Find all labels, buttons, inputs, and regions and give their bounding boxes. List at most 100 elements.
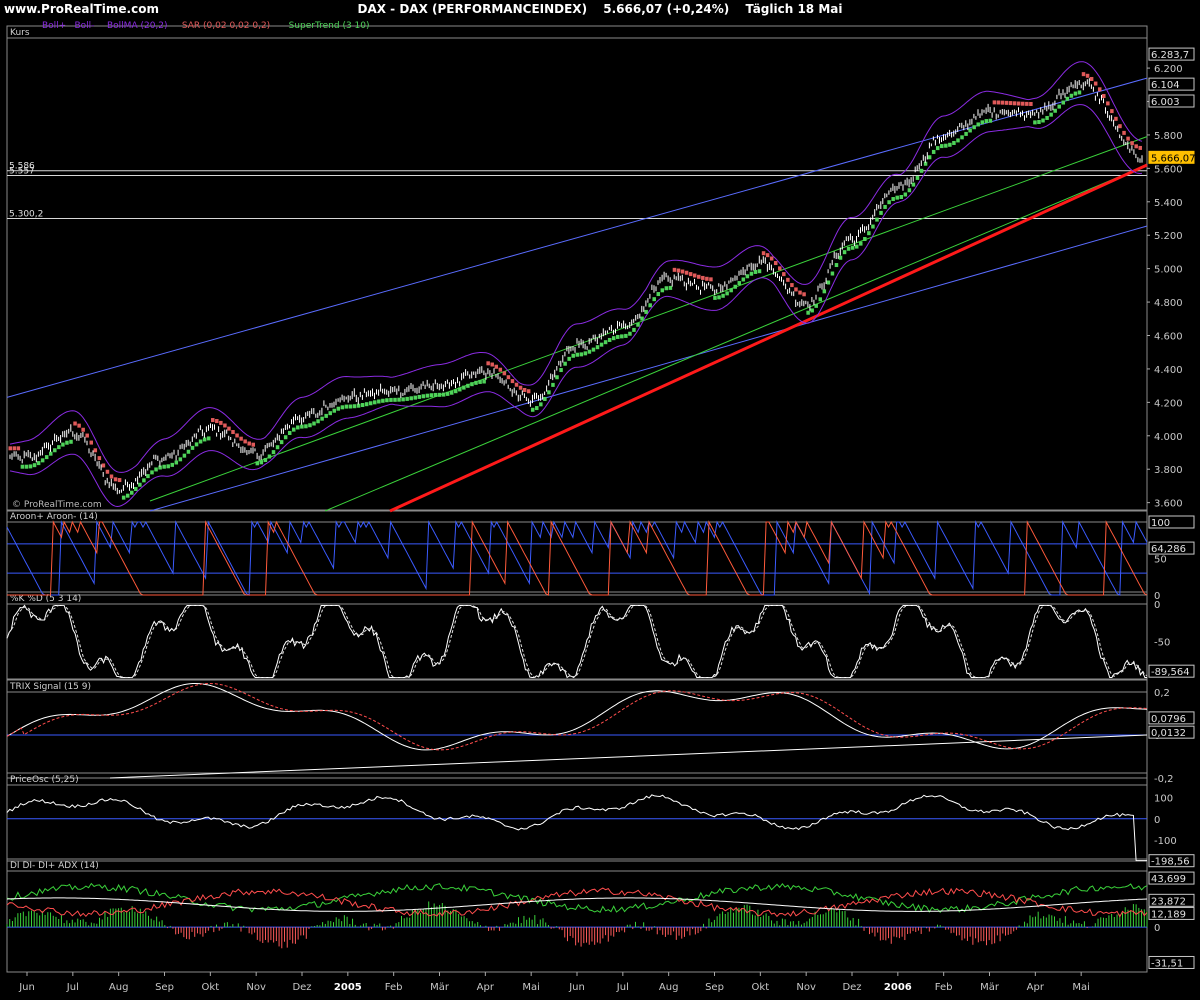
- supertrend-dot: [518, 385, 523, 390]
- priceosc-tag-label: -198,56: [1151, 857, 1190, 868]
- supertrend-dot: [648, 303, 652, 308]
- supertrend-dot: [109, 474, 114, 479]
- supertrend-dot: [778, 266, 782, 271]
- supertrend-dot: [980, 120, 985, 125]
- supertrend-dot: [591, 347, 596, 352]
- supertrend-dot: [206, 436, 211, 441]
- panel-price-title: Kurs: [10, 28, 30, 38]
- supertrend-dot: [628, 331, 632, 336]
- price-tag: 6.283,7: [1148, 47, 1195, 61]
- supertrend-dot: [308, 423, 312, 428]
- supertrend-dot: [510, 379, 515, 384]
- price-legend-item: SAR (0,02 0,02 0,2): [182, 21, 270, 31]
- supertrend-dot: [559, 368, 563, 373]
- period-label: Täglich 18 Mai: [745, 2, 843, 16]
- supertrend-dot: [972, 125, 976, 130]
- stoch-k-line: [6, 604, 1147, 679]
- supertrend-dot: [320, 416, 324, 421]
- trix-tag: 0,0796: [1148, 711, 1195, 725]
- supertrend-dot: [1110, 109, 1114, 114]
- supertrend-dot: [915, 175, 920, 180]
- supertrend-dot: [1004, 100, 1009, 105]
- supertrend-dot: [636, 322, 640, 327]
- price-y-tick-label: 4.000: [1154, 432, 1183, 443]
- supertrend-dot: [134, 486, 138, 491]
- supertrend-dot: [891, 197, 895, 202]
- x-axis-label: Dez: [292, 982, 311, 993]
- green-channel-lower: [324, 164, 1148, 512]
- x-axis-label: Jun: [18, 982, 35, 993]
- x-axis-label: Okt: [202, 982, 220, 993]
- supertrend-dot: [215, 419, 219, 424]
- supertrend-dot: [786, 277, 790, 282]
- supertrend-dot: [834, 263, 839, 268]
- supertrend-dot: [425, 393, 430, 398]
- panel-dmi-title: DI DI- DI+ ADX (14): [10, 861, 99, 871]
- stoch-tag: -89,564: [1148, 664, 1195, 678]
- supertrend-dot: [227, 426, 231, 431]
- supertrend-dot: [830, 271, 835, 276]
- supertrend-dot: [125, 493, 130, 498]
- price-annotation-label: 5.557: [9, 167, 35, 177]
- supertrend-dot: [729, 288, 733, 293]
- supertrend-dot: [332, 408, 337, 413]
- chart-area[interactable]: Kurs Aroon+ Aroon- (14) %K %D (5 3 14) TRIX…: [0, 18, 1200, 1000]
- supertrend-dot: [405, 396, 409, 401]
- supertrend-dot: [1073, 91, 1078, 96]
- x-axis-label: 2005: [334, 982, 362, 993]
- supertrend-dot: [182, 453, 187, 458]
- dmi-tag: 12,189: [1148, 906, 1195, 920]
- supertrend-dot: [211, 418, 215, 423]
- supertrend-dot: [810, 308, 814, 313]
- last-price: 5.666,07 (+0,24%): [603, 2, 730, 16]
- supertrend-dot: [859, 241, 863, 246]
- supertrend-dot: [948, 142, 952, 147]
- x-axis-label: Apr: [477, 982, 495, 993]
- x-axis-label: Jul: [66, 982, 79, 993]
- trix-trendline: [109, 734, 1148, 779]
- supertrend-dot: [1081, 72, 1086, 77]
- supertrend-dot: [680, 269, 685, 274]
- trix-y-tick-label: -0,2: [1154, 774, 1174, 785]
- x-axis-label: Sep: [155, 982, 174, 993]
- stoch-y-axis: 0 -50: [1154, 600, 1170, 649]
- x-axis-label: Aug: [659, 982, 679, 993]
- supertrend-dot: [911, 182, 916, 187]
- x-axis-label: Aug: [109, 982, 129, 993]
- supertrend-dot: [57, 445, 61, 450]
- supertrend-dot: [668, 285, 673, 290]
- price-tag: 6.003: [1148, 94, 1195, 108]
- panel-stoch: %K %D (5 3 14): [6, 591, 1148, 680]
- dmi-tag-label: 12,189: [1151, 909, 1186, 920]
- supertrend-dot: [1012, 101, 1017, 106]
- supertrend-dot: [547, 390, 551, 395]
- dmi-tag: -31,51: [1148, 955, 1195, 969]
- supertrend-dot: [838, 255, 843, 260]
- panel-aroon-title: Aroon+ Aroon- (14): [10, 512, 98, 522]
- supertrend-dot: [692, 273, 697, 278]
- price-legend-item: Boll-: [75, 21, 95, 31]
- supertrend-dot: [842, 250, 847, 255]
- x-axis-label: Okt: [752, 982, 770, 993]
- supertrend-dot: [397, 397, 401, 402]
- supertrend-dot: [895, 195, 899, 200]
- supertrend-dot: [968, 128, 972, 133]
- supertrend-dot: [292, 427, 296, 432]
- header-bar: www.ProRealTime.com DAX - DAX (PERFORMAN…: [0, 0, 1200, 18]
- x-axis-label: Feb: [935, 982, 953, 993]
- supertrend-dot: [198, 439, 203, 444]
- supertrend-dot: [105, 469, 110, 474]
- x-axis-label: Mai: [522, 982, 540, 993]
- supertrend-dot: [640, 316, 644, 321]
- dmi-tag: 43,699: [1148, 871, 1195, 885]
- trix-line: [6, 683, 1148, 751]
- supertrend-dot: [575, 352, 580, 357]
- supertrend-dot: [684, 270, 689, 275]
- supertrend-dot: [1045, 115, 1049, 120]
- supertrend-dot: [595, 345, 600, 350]
- supertrend-dot: [1069, 93, 1074, 98]
- dmi-y-tick-label: 0: [1154, 923, 1160, 934]
- supertrend-dot: [1126, 136, 1130, 141]
- supertrend-dot: [202, 437, 207, 442]
- supertrend-dot: [73, 421, 77, 426]
